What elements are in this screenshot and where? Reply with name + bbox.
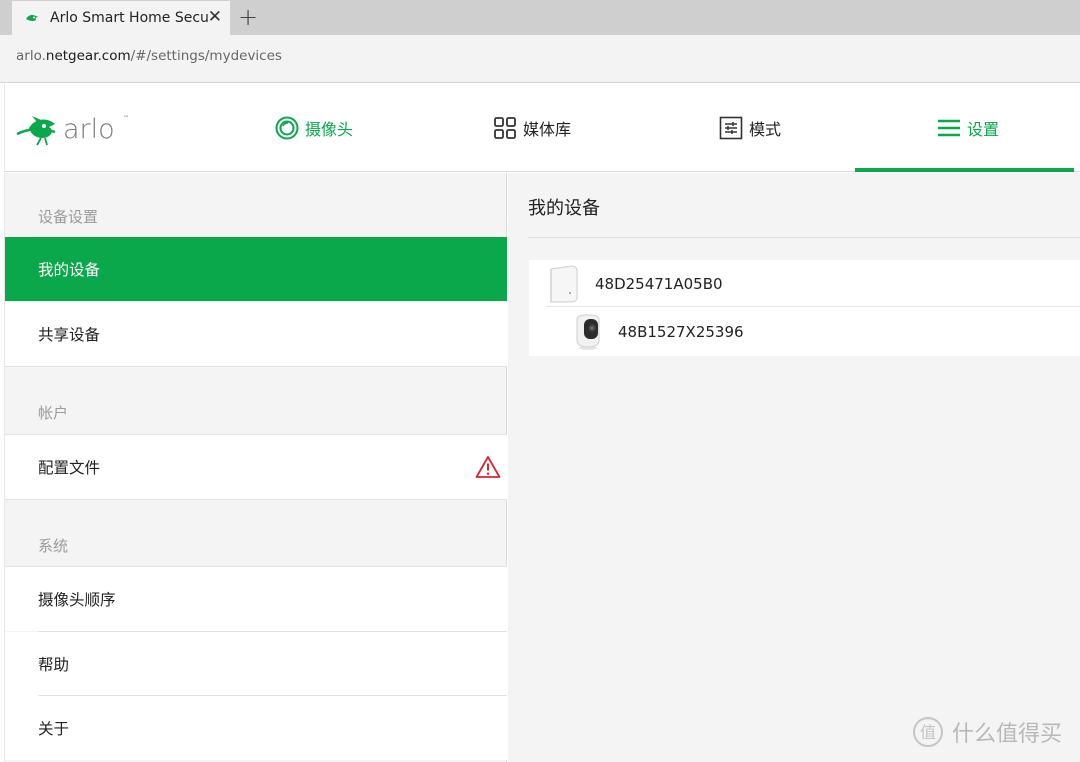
divider	[5, 499, 507, 500]
arlo-favicon-icon	[26, 14, 38, 21]
section-system: 系统	[38, 537, 69, 555]
sidebar-item-help[interactable]: 帮助	[5, 632, 507, 696]
sidebar-item-camera-order[interactable]: 摄像头顺序	[5, 567, 507, 631]
sidebar-item-shared-devices[interactable]: 共享设备	[5, 302, 507, 366]
sidebar-item-about[interactable]: 关于	[5, 696, 507, 760]
sidebar-item-label: 帮助	[38, 656, 70, 674]
svg-text:arlo: arlo	[63, 114, 115, 145]
sidebar-item-label: 关于	[38, 720, 70, 738]
sliders-icon	[719, 116, 743, 140]
close-tab-icon[interactable]: ✕	[208, 9, 222, 26]
sidebar-item-label: 共享设备	[38, 326, 101, 344]
sidebar-item-profile[interactable]: 配置文件	[5, 435, 507, 499]
base-station-icon	[550, 264, 578, 302]
watermark-logo-icon: 值	[913, 717, 943, 747]
new-tab-icon[interactable]: +	[238, 4, 258, 30]
arlo-logo[interactable]: arlo ™	[15, 108, 135, 150]
device-row-camera[interactable]: 48B1527X25396	[529, 308, 1080, 355]
device-row-base-station[interactable]: 48D25471A05B0	[529, 260, 1080, 307]
warning-icon	[475, 456, 501, 478]
sidebar-item-my-devices[interactable]: 我的设备	[5, 237, 507, 301]
nav-cameras[interactable]: 摄像头	[275, 84, 353, 172]
url-text[interactable]: arlo.netgear.com/#/settings/mydevices	[16, 48, 282, 64]
sidebar-item-label: 配置文件	[38, 459, 101, 477]
grid-icon	[494, 117, 516, 139]
section-device-settings: 设备设置	[38, 208, 99, 226]
active-tab-indicator	[855, 168, 1074, 172]
watermark: 值 什么值得买	[912, 716, 1062, 748]
tab-title: Arlo Smart Home Secur	[50, 10, 210, 26]
browser-tab[interactable]: Arlo Smart Home Secur ✕	[12, 1, 230, 35]
menu-icon	[938, 119, 960, 137]
svg-text:值: 值	[920, 723, 936, 742]
nav-settings[interactable]: 设置	[937, 84, 999, 172]
nav-modes-label: 模式	[749, 120, 782, 139]
browser-tabstrip: Arlo Smart Home Secur ✕ +	[0, 0, 1080, 35]
divider	[5, 366, 507, 367]
device-list: 48D25471A05B0 48B1527X25396	[529, 260, 1080, 356]
address-bar[interactable]: arlo.netgear.com/#/settings/mydevices	[0, 35, 1080, 83]
camera-device-icon	[576, 313, 600, 350]
nav-settings-label: 设置	[967, 120, 1000, 139]
nav-library[interactable]: 媒体库	[493, 84, 571, 172]
sidebar-item-label: 摄像头顺序	[38, 591, 116, 609]
device-name: 48B1527X25396	[618, 322, 744, 341]
watermark-text: 什么值得买	[952, 722, 1063, 747]
nav-library-label: 媒体库	[523, 120, 572, 139]
settings-sidebar: 设备设置 我的设备 共享设备 帐户 配置文件 系统 摄像头顺序 帮助 关于	[4, 173, 507, 762]
page-title: 我的设备	[528, 198, 600, 219]
divider	[528, 237, 1080, 238]
section-account: 帐户	[38, 404, 69, 422]
main-panel: 我的设备 48D25471A05B0 48B1527X25396	[508, 173, 1080, 762]
sidebar-item-label: 我的设备	[38, 261, 101, 279]
divider	[546, 306, 1080, 307]
device-name: 48D25471A05B0	[595, 274, 723, 293]
nav-modes[interactable]: 模式	[719, 84, 781, 172]
app-header: arlo ™ 摄像头 媒体库 模式 设置	[4, 84, 1080, 172]
svg-text:™: ™	[123, 115, 129, 122]
nav-cameras-label: 摄像头	[305, 120, 354, 139]
camera-lens-icon	[275, 116, 299, 140]
